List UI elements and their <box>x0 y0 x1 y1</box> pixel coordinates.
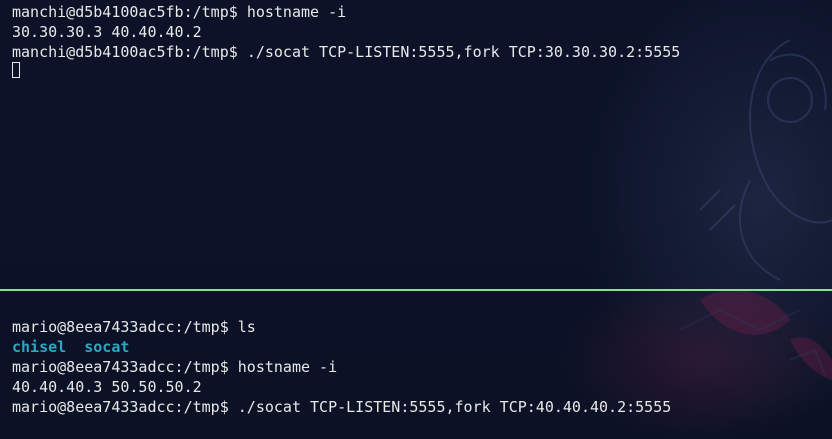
shell-prompt: manchi@d5b4100ac5fb:/tmp$ <box>12 3 238 21</box>
shell-prompt: mario@8eea7433adcc:/tmp$ <box>12 358 229 376</box>
shell-command: hostname -i <box>246 3 347 21</box>
text-cursor <box>12 62 20 78</box>
shell-prompt: mario@8eea7433adcc:/tmp$ <box>12 398 229 416</box>
terminal-line: mario@8eea7433adcc:/tmp$ ./socat TCP-LIS… <box>12 397 671 417</box>
directory-entry: socat <box>84 338 130 356</box>
terminal-line: mario@8eea7433adcc:/tmp$ ls <box>12 317 256 337</box>
terminal-line: mario@8eea7433adcc:/tmp$ hostname -i <box>12 357 337 377</box>
terminal-line: 30.30.30.3 40.40.40.2 <box>12 22 202 42</box>
directory-entry: chisel <box>12 338 67 356</box>
shell-command: ls <box>237 318 256 336</box>
terminal-window: manchi@d5b4100ac5fb:/tmp$ hostname -i 30… <box>0 0 832 439</box>
shell-prompt: mario@8eea7433adcc:/tmp$ <box>12 318 229 336</box>
terminal-line: manchi@d5b4100ac5fb:/tmp$ hostname -i <box>12 2 346 22</box>
command-output: 30.30.30.3 40.40.40.2 <box>12 23 202 41</box>
bottom-terminal-pane[interactable]: mario@8eea7433adcc:/tmp$ ls chisel socat… <box>0 291 832 439</box>
shell-command: hostname -i <box>237 358 338 376</box>
shell-command: ./socat TCP-LISTEN:5555,fork TCP:30.30.3… <box>246 43 681 61</box>
shell-prompt: manchi@d5b4100ac5fb:/tmp$ <box>12 43 238 61</box>
command-output: 40.40.40.3 50.50.50.2 <box>12 378 202 396</box>
terminal-line: 40.40.40.3 50.50.50.2 <box>12 377 202 397</box>
terminal-line: chisel socat <box>12 337 129 357</box>
terminal-line: manchi@d5b4100ac5fb:/tmp$ ./socat TCP-LI… <box>12 42 680 62</box>
shell-command: ./socat TCP-LISTEN:5555,fork TCP:40.40.4… <box>237 398 672 416</box>
top-terminal-pane[interactable]: manchi@d5b4100ac5fb:/tmp$ hostname -i 30… <box>0 0 832 289</box>
